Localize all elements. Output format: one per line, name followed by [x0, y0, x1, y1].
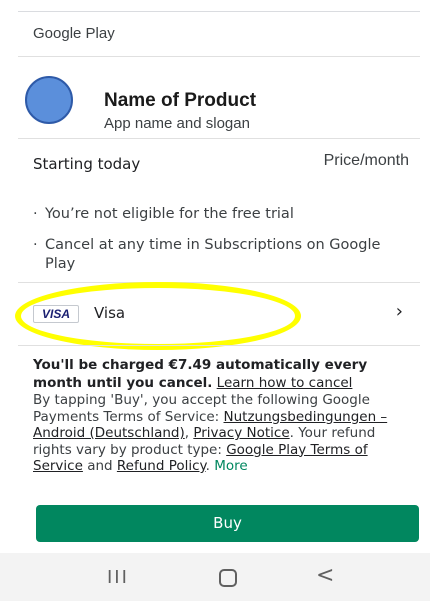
- start-label: Starting today: [33, 155, 141, 173]
- recent-apps-icon[interactable]: III: [107, 567, 129, 588]
- more-link[interactable]: More: [214, 458, 247, 474]
- system-nav-bar: III <: [0, 553, 430, 601]
- terms-dot: .: [205, 458, 215, 474]
- product-name: Name of Product: [104, 90, 257, 111]
- product-icon: [25, 76, 73, 124]
- bullet-item: · Cancel at any time in Subscriptions on…: [33, 236, 403, 274]
- bullet-dot-icon: ·: [33, 237, 38, 253]
- charge-notice: You'll be charged €7.49 automatically ev…: [33, 356, 413, 392]
- product-subtitle: App name and slogan: [104, 115, 250, 132]
- terms-text: By tapping 'Buy', you accept the followi…: [33, 392, 415, 475]
- divider: [18, 345, 420, 346]
- buy-button[interactable]: Buy: [36, 505, 419, 542]
- bullet-text: Cancel at any time in Subscriptions on G…: [45, 237, 381, 272]
- back-icon[interactable]: <: [316, 563, 334, 588]
- bullet-text: You’re not eligible for the free trial: [45, 206, 294, 222]
- price-label: Price/month: [323, 152, 409, 169]
- chevron-right-icon: ›: [395, 301, 403, 322]
- payment-method-label: Visa: [94, 304, 126, 322]
- header: Google Play: [0, 12, 430, 56]
- bullet-item: · You’re not eligible for the free trial: [33, 205, 403, 224]
- learn-cancel-link[interactable]: Learn how to cancel: [217, 375, 353, 391]
- home-icon[interactable]: [219, 569, 237, 587]
- divider: [18, 138, 420, 139]
- visa-card-icon: VISA: [33, 305, 79, 323]
- store-title: Google Play: [33, 25, 115, 42]
- privacy-notice-link[interactable]: Privacy Notice: [193, 425, 289, 441]
- divider: [18, 56, 420, 57]
- refund-policy-link[interactable]: Refund Policy: [117, 458, 206, 474]
- payment-method-row[interactable]: VISA Visa ›: [0, 283, 430, 338]
- bullet-dot-icon: ·: [33, 206, 38, 222]
- terms-and: and: [82, 458, 117, 474]
